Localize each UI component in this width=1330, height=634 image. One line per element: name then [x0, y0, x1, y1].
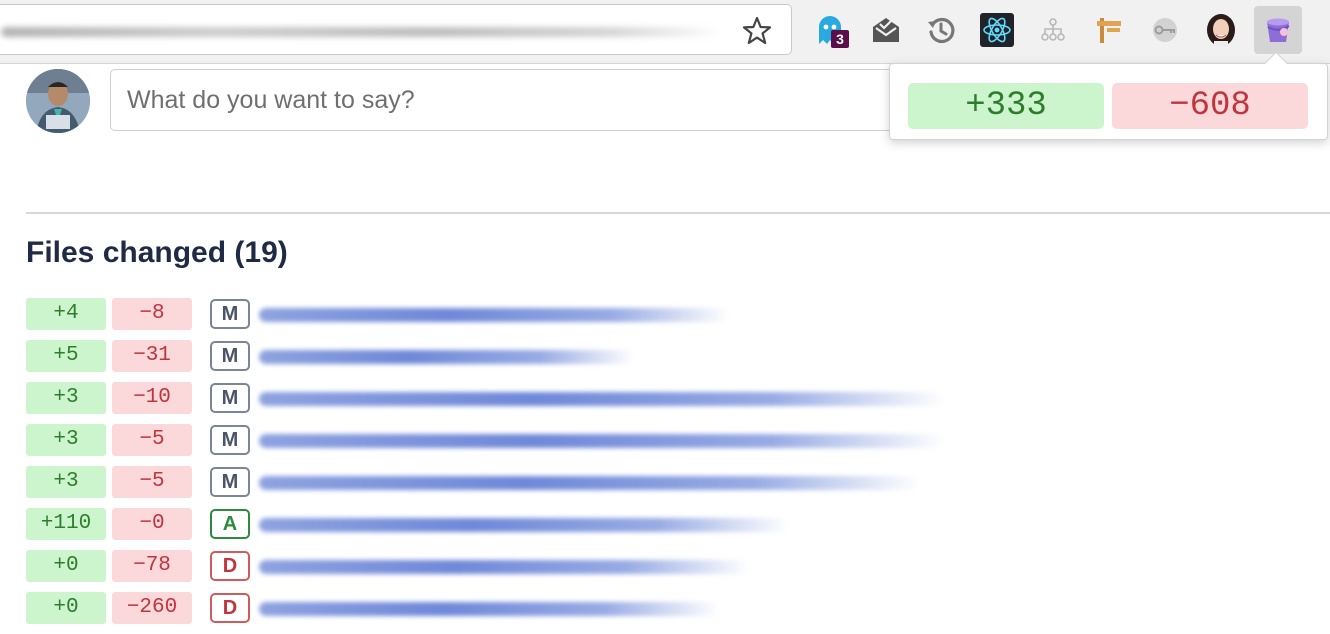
react-icon — [980, 13, 1014, 47]
signpost-extension-icon[interactable] — [1091, 10, 1127, 50]
file-path-link[interactable] — [259, 518, 789, 532]
signpost-icon — [1097, 18, 1121, 43]
additions-count: +3 — [26, 424, 106, 456]
user-avatar[interactable] — [26, 69, 90, 133]
comment-composer[interactable] — [110, 69, 1010, 131]
file-path-link[interactable] — [259, 350, 634, 364]
file-row[interactable]: +110 −0 A — [26, 508, 1026, 550]
history-icon — [928, 17, 955, 44]
additions-count: +5 — [26, 340, 106, 372]
deletions-count: −5 — [112, 424, 192, 456]
file-status-badge: D — [210, 593, 250, 623]
additions-count: +0 — [26, 550, 106, 582]
extension-badge: 3 — [831, 30, 849, 48]
file-row[interactable]: +3 −5 M — [26, 424, 1026, 466]
deletions-count: −5 — [112, 466, 192, 498]
sitemap-icon — [1041, 18, 1065, 41]
blurred-url — [1, 27, 721, 37]
file-status-badge: M — [210, 299, 250, 329]
additions-count: +3 — [26, 466, 106, 498]
file-status-badge: M — [210, 341, 250, 371]
file-status-badge: M — [210, 467, 250, 497]
sitemap-extension-icon[interactable] — [1035, 10, 1071, 50]
deletions-count: −78 — [112, 550, 192, 582]
additions-count: +110 — [26, 508, 106, 540]
deletions-count: −0 — [112, 508, 192, 540]
bucket-icon — [1267, 18, 1290, 42]
ghost-extension-icon[interactable]: 3 — [812, 10, 849, 50]
deletions-count: −31 — [112, 340, 192, 372]
file-path-link[interactable] — [259, 476, 919, 490]
file-path-link[interactable] — [259, 602, 719, 616]
diffstat-popup: +333 −608 — [889, 51, 1328, 140]
file-status-badge: D — [210, 551, 250, 581]
additions-count: +3 — [26, 382, 106, 414]
bucket-extension-button[interactable] — [1254, 6, 1302, 54]
comment-input[interactable] — [111, 70, 1009, 130]
react-devtools-icon[interactable] — [979, 10, 1015, 50]
file-status-badge: M — [210, 425, 250, 455]
deletions-count: −8 — [112, 298, 192, 330]
file-row[interactable]: +5 −31 M — [26, 340, 1026, 382]
file-list: +4 −8 M +5 −31 M +3 −10 M +3 −5 M +3 −5 … — [26, 298, 1026, 634]
file-path-link[interactable] — [259, 308, 729, 322]
file-path-link[interactable] — [259, 434, 944, 448]
file-row[interactable]: +3 −5 M — [26, 466, 1026, 508]
browser-toolbar: 3 — [0, 0, 1330, 64]
profile-avatar[interactable] — [1203, 10, 1239, 50]
additions-count: +0 — [26, 592, 106, 624]
avatar-photo-icon — [26, 69, 90, 133]
file-row[interactable]: +4 −8 M — [26, 298, 1026, 340]
file-path-link[interactable] — [259, 392, 944, 406]
history-extension-icon[interactable] — [923, 10, 959, 50]
address-bar[interactable] — [0, 4, 792, 55]
file-status-badge: M — [210, 383, 250, 413]
file-row[interactable]: +0 −260 D — [26, 592, 1026, 634]
profile-photo-icon — [1207, 14, 1235, 47]
files-changed-heading: Files changed (19) — [26, 236, 288, 269]
bookmark-star-icon[interactable] — [741, 15, 773, 47]
additions-count: +4 — [26, 298, 106, 330]
file-row[interactable]: +0 −78 D — [26, 550, 1026, 592]
file-row[interactable]: +3 −10 M — [26, 382, 1026, 424]
file-status-badge: A — [210, 509, 250, 539]
total-deletions: −608 — [1112, 83, 1308, 129]
file-path-link[interactable] — [259, 560, 749, 574]
deletions-count: −260 — [112, 592, 192, 624]
mail-extension-icon[interactable] — [868, 10, 904, 50]
total-additions: +333 — [908, 83, 1104, 129]
deletions-count: −10 — [112, 382, 192, 414]
key-icon — [1153, 18, 1177, 42]
key-extension-icon[interactable] — [1147, 10, 1183, 50]
mail-icon — [873, 18, 899, 42]
section-divider — [26, 212, 1330, 214]
